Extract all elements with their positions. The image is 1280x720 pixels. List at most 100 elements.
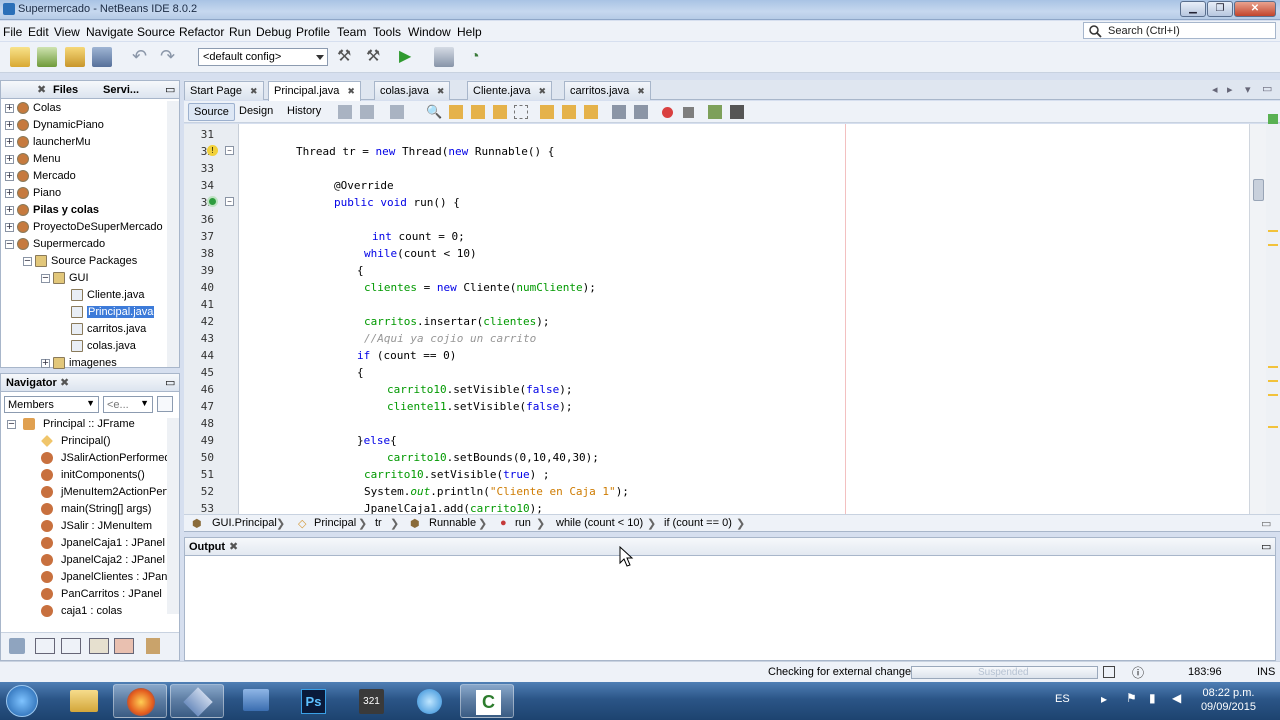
tree-item[interactable]: + ProyectoDeSuperMercado	[1, 219, 167, 236]
minimize-button[interactable]: ▁	[1180, 1, 1206, 17]
forward-icon[interactable]	[390, 105, 404, 119]
tree-item[interactable]: + DynamicPiano	[1, 117, 167, 134]
breadcrumb-while[interactable]: while (count < 10)	[556, 517, 643, 529]
find-icon[interactable]: 🔍	[426, 104, 442, 120]
network-icon[interactable]: ▮	[1149, 691, 1156, 705]
expand-toggle-icon[interactable]: −	[7, 419, 16, 430]
fields-filter-icon[interactable]	[35, 638, 55, 654]
close-tab-icon[interactable]: ✖	[229, 540, 238, 553]
maximize-editor-icon[interactable]: ▭	[1262, 82, 1272, 95]
start-button[interactable]	[6, 685, 38, 717]
tree-item[interactable]: + Menu	[1, 151, 167, 168]
tree-item[interactable]: + launcherMu	[1, 134, 167, 151]
history-tab[interactable]: History	[282, 103, 326, 121]
shift-left-icon[interactable]	[612, 105, 626, 119]
tree-item[interactable]: + imagenes	[1, 355, 167, 372]
close-tab-icon[interactable]: ✖	[437, 86, 445, 96]
error-stripe-mark[interactable]	[1268, 366, 1278, 368]
menu-file[interactable]: File	[3, 25, 22, 39]
code-line[interactable]: carrito10.setBounds(0,10,40,30);	[387, 451, 599, 464]
cancel-progress-icon[interactable]	[1103, 666, 1115, 678]
expand-toggle-icon[interactable]: −	[41, 273, 50, 284]
code-line[interactable]: int count = 0;	[372, 230, 465, 243]
navigator-item[interactable]: JSalirActionPerformed(	[1, 450, 174, 467]
menu-source[interactable]: Source	[137, 25, 175, 39]
navigator-item[interactable]: JpanelCaja1 : JPanel	[1, 535, 167, 552]
code-line[interactable]: {	[357, 264, 364, 277]
fold-toggle-icon[interactable]: −	[225, 197, 234, 206]
new-project-icon[interactable]	[37, 47, 57, 67]
code-line[interactable]: while(count < 10)	[364, 247, 477, 260]
code-line[interactable]: carrito10.setVisible(false);	[387, 383, 572, 396]
expand-toggle-icon[interactable]: +	[5, 222, 14, 233]
code-line[interactable]: System.out.println("Cliente en Caja 1");	[364, 485, 629, 498]
navigator-scrollbar[interactable]	[167, 418, 179, 614]
tree-item[interactable]: − GUI	[1, 270, 167, 287]
tab-carritos-java[interactable]: carritos.java ✖	[564, 81, 651, 100]
expand-toggle-icon[interactable]: +	[5, 171, 14, 182]
menu-run[interactable]: Run	[229, 25, 251, 39]
minimize-panel-icon[interactable]: ▭	[165, 376, 175, 389]
tree-item[interactable]: + Mercado	[1, 168, 167, 185]
expand-toggle-icon[interactable]: +	[5, 120, 14, 131]
last-edit-icon[interactable]	[338, 105, 352, 119]
navigator-item[interactable]: JpanelCaja2 : JPanel	[1, 552, 167, 569]
navigator-item[interactable]: jMenuItem2ActionPerfo	[1, 484, 175, 501]
menu-team[interactable]: Team	[337, 25, 366, 39]
code-line[interactable]: carritos.insertar(clientes);	[364, 315, 549, 328]
tab-colas-java[interactable]: colas.java ✖	[374, 81, 451, 100]
previous-bookmark-icon[interactable]	[540, 105, 554, 119]
back-icon[interactable]	[360, 105, 374, 119]
error-stripe-mark[interactable]	[1268, 230, 1278, 232]
scrollbar-thumb[interactable]	[1253, 179, 1264, 201]
tree-item[interactable]: colas.java	[1, 338, 167, 355]
expand-toggle-icon[interactable]: +	[5, 154, 14, 165]
toggle-bookmark-icon[interactable]	[584, 105, 598, 119]
breadcrumb-principal[interactable]: Principal	[314, 517, 356, 529]
output-title[interactable]: Output	[189, 541, 225, 553]
close-tab-icon[interactable]: ✖	[347, 86, 355, 96]
menu-profile[interactable]: Profile	[296, 25, 330, 39]
firefox-taskbar-icon[interactable]	[113, 684, 167, 718]
config-select[interactable]: <default config>	[198, 48, 328, 66]
close-button[interactable]: ✕	[1234, 1, 1276, 17]
close-tab-icon[interactable]: ✖	[60, 376, 69, 389]
navigator-item[interactable]: JpanelClientes : JPanel	[1, 569, 176, 586]
build-hammer-icon[interactable]: ⚒	[337, 47, 357, 67]
tab-files[interactable]: Files	[53, 84, 78, 96]
code-line[interactable]: cliente11.setVisible(false);	[387, 400, 572, 413]
tree-item[interactable]: + Piano	[1, 185, 167, 202]
photoshop-taskbar-icon[interactable]: Ps	[286, 684, 340, 718]
profile-icon[interactable]: ◔	[470, 47, 490, 67]
static-filter-icon[interactable]	[61, 638, 81, 654]
search-field[interactable]: Search (Ctrl+I)	[1083, 22, 1276, 39]
navigator-item[interactable]: caja1 : colas	[1, 603, 167, 620]
camtasia-taskbar-icon[interactable]: C	[460, 684, 514, 718]
system-clock[interactable]: 08:22 p.m. 09/09/2015	[1201, 686, 1256, 714]
members-select[interactable]: Members ▼	[4, 396, 99, 413]
save-all-icon[interactable]	[92, 47, 112, 67]
tab-services[interactable]: Servi...	[103, 84, 139, 96]
menu-debug[interactable]: Debug	[256, 25, 291, 39]
start-macro-icon[interactable]	[662, 107, 673, 118]
language-indicator[interactable]: ES	[1055, 693, 1070, 705]
inner-classes-icon[interactable]	[114, 638, 134, 654]
expand-toggle-icon[interactable]: +	[5, 205, 14, 216]
editor-vertical-scrollbar[interactable]	[1249, 124, 1266, 514]
navigator-item[interactable]: initComponents()	[1, 467, 167, 484]
menu-refactor[interactable]: Refactor	[179, 25, 224, 39]
undo-icon[interactable]: ↶	[132, 47, 152, 67]
tree-item[interactable]: + Pilas y colas	[1, 202, 167, 219]
expand-toggle-icon[interactable]: +	[5, 188, 14, 199]
error-stripe[interactable]	[1266, 114, 1280, 514]
tree-item[interactable]: Principal.java	[1, 304, 167, 321]
error-stripe-mark[interactable]	[1268, 244, 1278, 246]
breadcrumb-runnable[interactable]: Runnable	[429, 517, 476, 529]
code-line[interactable]: @Override	[334, 179, 394, 192]
tab-start-page[interactable]: Start Page ✖	[184, 81, 264, 100]
toggle-highlight-icon[interactable]	[493, 105, 507, 119]
sort-icon[interactable]	[146, 638, 160, 654]
tab-cliente-java[interactable]: Cliente.java ✖	[467, 81, 553, 100]
expand-toggle-icon[interactable]: −	[5, 239, 14, 250]
close-tab-icon[interactable]: ✖	[538, 86, 546, 96]
